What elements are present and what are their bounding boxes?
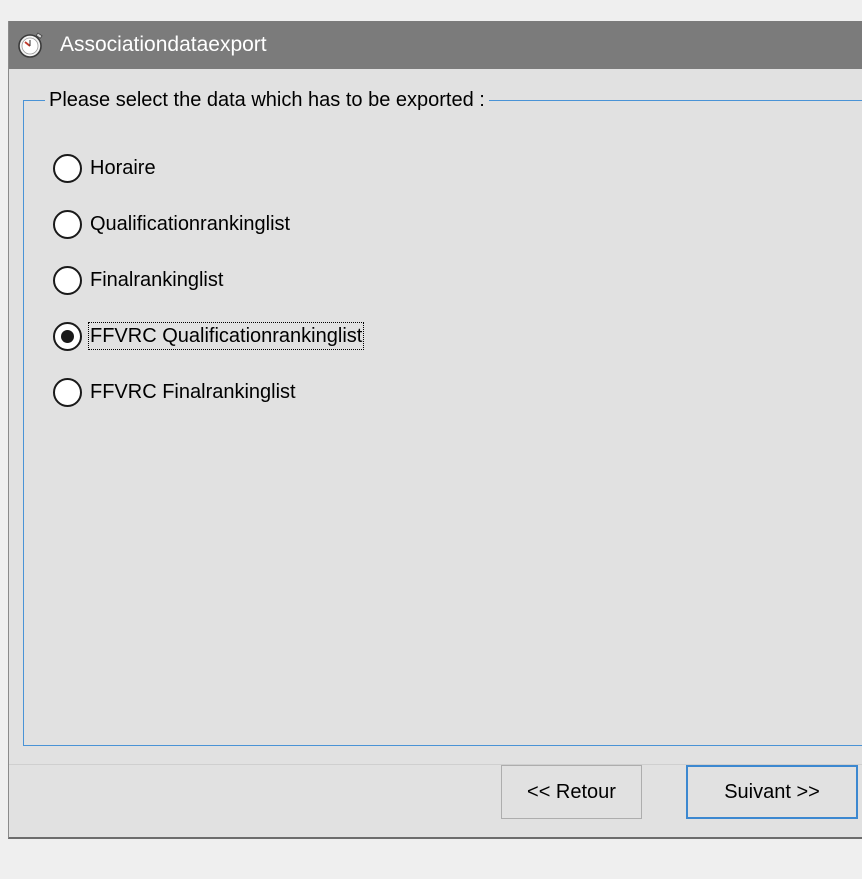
radio-ffvrc-finalrankinglist[interactable]: FFVRC Finalrankinglist — [53, 377, 297, 407]
stopwatch-icon — [18, 32, 43, 58]
radio-button-circle[interactable] — [53, 265, 82, 295]
radio-button-circle[interactable] — [53, 209, 82, 239]
radio-label: Finalrankinglist — [90, 269, 224, 291]
radio-button-circle[interactable] — [53, 153, 82, 183]
group-legend: Please select the data which has to be e… — [45, 88, 489, 112]
radio-button-circle[interactable] — [53, 321, 82, 351]
export-options-group — [23, 100, 862, 746]
radio-label: Horaire — [90, 157, 156, 179]
export-wizard-window: Associationdataexport Please select the … — [8, 21, 862, 839]
window-title: Associationdataexport — [60, 33, 267, 56]
radio-label: Qualificationrankinglist — [90, 213, 291, 235]
radio-label: FFVRC Finalrankinglist — [90, 381, 296, 403]
radio-button-circle[interactable] — [53, 377, 82, 407]
radio-qualificationrankinglist[interactable]: Qualificationrankinglist — [53, 209, 291, 239]
title-bar[interactable]: Associationdataexport — [9, 21, 862, 69]
radio-horaire[interactable]: Horaire — [53, 153, 157, 183]
radio-label: FFVRC Qualificationrankinglist — [87, 322, 365, 350]
back-button[interactable]: << Retour — [501, 765, 642, 819]
radio-ffvrc-qualificationrankinglist[interactable]: FFVRC Qualificationrankinglist — [53, 321, 365, 351]
radio-finalrankinglist[interactable]: Finalrankinglist — [53, 265, 224, 295]
next-button[interactable]: Suivant >> — [686, 765, 858, 819]
